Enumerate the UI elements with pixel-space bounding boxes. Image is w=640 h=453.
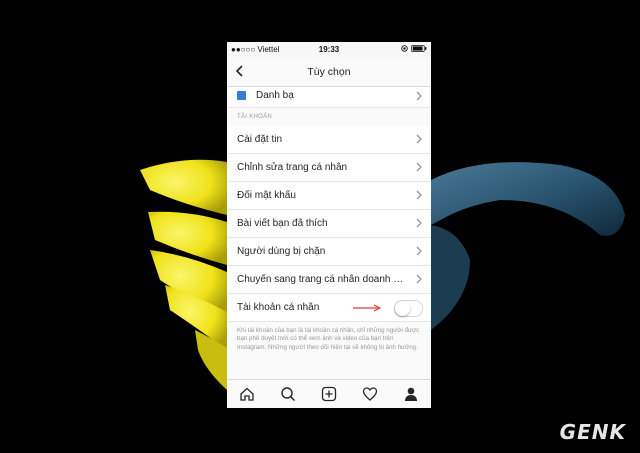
orientation-lock-icon xyxy=(401,45,408,52)
chevron-right-icon xyxy=(416,246,422,256)
private-account-description: Khi tài khoản của bạn là tài khoản cá nh… xyxy=(227,322,431,353)
toggle-knob xyxy=(395,301,410,316)
settings-item-label: Bài viết bạn đã thích xyxy=(237,218,328,229)
chevron-right-icon xyxy=(416,162,422,172)
watermark-logo: GENK xyxy=(559,420,626,444)
tab-activity[interactable] xyxy=(361,385,379,403)
contacts-label: Danh bạ xyxy=(256,90,294,101)
battery-icon xyxy=(411,45,427,52)
settings-item-label: Người dùng bị chặn xyxy=(237,246,326,257)
section-header: TÀI KHOẢN xyxy=(227,108,431,126)
phone-screen: ●●○○○ Viettel 19:33 Tùy chọn Danh bạ TÀI… xyxy=(227,42,431,408)
status-bar: ●●○○○ Viettel 19:33 xyxy=(227,42,431,58)
settings-item-label: Cài đặt tin xyxy=(237,134,283,145)
tab-home[interactable] xyxy=(238,385,256,403)
chevron-right-icon xyxy=(416,218,422,228)
chevron-right-icon xyxy=(416,274,422,284)
settings-list: Danh bạ TÀI KHOẢN Cài đặt tin Chỉnh sửa … xyxy=(227,87,431,353)
settings-item-label: Chuyển sang trang cá nhân doanh n... xyxy=(237,274,405,285)
settings-item[interactable]: Cài đặt tin xyxy=(227,126,431,154)
tab-bar xyxy=(227,379,431,408)
nav-bar: Tùy chọn xyxy=(227,58,431,87)
settings-item[interactable]: Người dùng bị chặn xyxy=(227,238,431,266)
private-account-label: Tài khoản cá nhân xyxy=(237,302,320,313)
settings-item[interactable]: Bài viết bạn đã thích xyxy=(227,210,431,238)
settings-item[interactable]: Chuyển sang trang cá nhân doanh n... xyxy=(227,266,431,294)
add-post-icon xyxy=(321,386,337,402)
page-title: Tùy chọn xyxy=(307,66,351,78)
settings-item[interactable]: Đổi mật khẩu xyxy=(227,182,431,210)
contacts-icon xyxy=(237,91,246,100)
section-title: TÀI KHOẢN xyxy=(237,114,273,120)
home-icon xyxy=(240,387,255,401)
settings-item-label: Đổi mật khẩu xyxy=(237,190,296,201)
profile-icon xyxy=(404,387,417,401)
tab-new-post[interactable] xyxy=(320,385,338,403)
heart-icon xyxy=(362,387,377,401)
private-account-toggle[interactable] xyxy=(394,300,423,317)
private-account-item: Tài khoản cá nhân xyxy=(227,294,431,322)
settings-item-label: Chỉnh sửa trang cá nhân xyxy=(237,162,348,173)
red-arrow-annotation xyxy=(353,304,382,312)
tab-profile[interactable] xyxy=(402,385,420,403)
tab-search[interactable] xyxy=(279,385,297,403)
chevron-right-icon xyxy=(416,190,422,200)
chevron-right-icon xyxy=(416,134,422,144)
settings-item[interactable]: Chỉnh sửa trang cá nhân xyxy=(227,154,431,182)
search-icon xyxy=(281,387,296,401)
contacts-item[interactable]: Danh bạ xyxy=(227,87,431,108)
chevron-right-icon xyxy=(416,91,422,101)
